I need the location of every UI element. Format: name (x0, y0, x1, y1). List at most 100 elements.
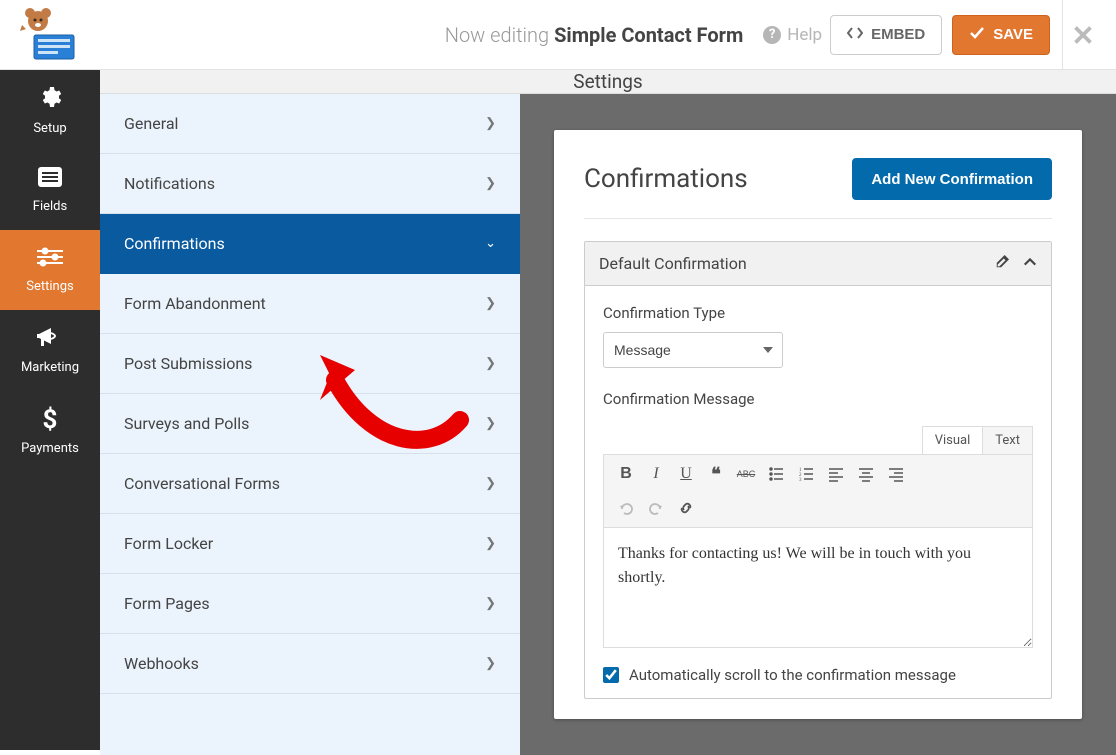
link-button[interactable] (672, 495, 700, 521)
editor-tab-visual[interactable]: Visual (922, 426, 984, 454)
card-header[interactable]: Default Confirmation (585, 242, 1051, 286)
undo-button[interactable] (612, 495, 640, 521)
rail-label: Settings (26, 279, 73, 294)
align-left-button[interactable] (822, 461, 850, 487)
quote-button[interactable]: ❝ (702, 461, 730, 487)
nav-rail: Setup Fields Settings (0, 70, 100, 750)
settings-item-form-pages[interactable]: Form Pages ❯ (100, 574, 520, 634)
confirmation-type-select[interactable]: Message (603, 332, 783, 368)
rail-item-fields[interactable]: Fields (0, 150, 100, 230)
sliders-icon (37, 247, 63, 273)
help-label: Help (787, 25, 822, 45)
settings-item-form-abandonment[interactable]: Form Abandonment ❯ (100, 274, 520, 334)
settings-item-label: Form Abandonment (124, 294, 266, 313)
settings-item-webhooks[interactable]: Webhooks ❯ (100, 634, 520, 694)
chevron-right-icon: ❯ (485, 536, 496, 551)
confirmations-panel: Confirmations Add New Confirmation Defau… (554, 130, 1082, 719)
rail-item-payments[interactable]: $ Payments (0, 390, 100, 470)
confirmation-card: Default Confirmation Co (584, 241, 1052, 699)
rail-item-setup[interactable]: Setup (0, 70, 100, 150)
rail-item-settings[interactable]: Settings (0, 230, 100, 310)
rail-item-marketing[interactable]: Marketing (0, 310, 100, 390)
now-editing-label: Now editing (445, 23, 549, 47)
main-area: Setup Fields Settings (0, 70, 1116, 750)
code-icon (847, 25, 863, 45)
rail-label: Fields (33, 199, 67, 214)
redo-button[interactable] (642, 495, 670, 521)
settings-item-label: Post Submissions (124, 354, 252, 373)
chevron-right-icon: ❯ (485, 416, 496, 431)
collapse-icon[interactable] (1023, 254, 1037, 273)
embed-button[interactable]: EMBED (830, 15, 942, 55)
rail-label: Payments (21, 441, 79, 456)
panel-title: Confirmations (584, 164, 748, 194)
settings-item-conversational-forms[interactable]: Conversational Forms ❯ (100, 454, 520, 514)
editing-title: Now editing Simple Contact Form ? Help (100, 23, 830, 47)
rail-label: Marketing (21, 360, 79, 375)
settings-list: General ❯ Notifications ❯ Confirmations … (100, 94, 520, 755)
dollar-icon: $ (43, 405, 58, 435)
add-confirmation-button[interactable]: Add New Confirmation (852, 158, 1052, 200)
chevron-down-icon: ⌄ (485, 236, 496, 251)
confirmation-type-label: Confirmation Type (603, 304, 1033, 322)
content-body: General ❯ Notifications ❯ Confirmations … (100, 94, 1116, 755)
chevron-right-icon: ❯ (485, 176, 496, 191)
card-body: Confirmation Type Message Confirmation M… (585, 286, 1051, 698)
auto-scroll-input[interactable] (603, 667, 619, 683)
gear-icon (38, 85, 62, 115)
app-logo (0, 0, 100, 70)
close-button[interactable] (1062, 0, 1102, 70)
settings-item-general[interactable]: General ❯ (100, 94, 520, 154)
settings-item-label: Form Locker (124, 534, 213, 553)
chevron-right-icon: ❯ (485, 296, 496, 311)
content: Settings General ❯ Notifications ❯ Confi… (100, 70, 1116, 750)
message-editor[interactable]: Thanks for contacting us! We will be in … (603, 528, 1033, 648)
editor-toolbar: B I U ❝ ABC 123 (603, 454, 1033, 528)
bullet-list-button[interactable] (762, 461, 790, 487)
italic-button[interactable]: I (642, 461, 670, 487)
settings-item-confirmations[interactable]: Confirmations ⌄ (100, 214, 520, 274)
list-icon (38, 167, 62, 193)
settings-item-surveys-polls[interactable]: Surveys and Polls ❯ (100, 394, 520, 454)
chevron-right-icon: ❯ (485, 596, 496, 611)
settings-item-post-submissions[interactable]: Post Submissions ❯ (100, 334, 520, 394)
settings-item-form-locker[interactable]: Form Locker ❯ (100, 514, 520, 574)
settings-item-label: Conversational Forms (124, 474, 280, 493)
check-icon (969, 25, 985, 45)
editor-tab-text[interactable]: Text (983, 426, 1033, 454)
card-title: Default Confirmation (599, 254, 747, 273)
chevron-right-icon: ❯ (485, 116, 496, 131)
settings-item-label: Form Pages (124, 594, 210, 613)
save-label: SAVE (993, 26, 1033, 43)
panel-wrap: Confirmations Add New Confirmation Defau… (520, 94, 1116, 755)
edit-icon[interactable] (995, 254, 1009, 273)
top-bar: Now editing Simple Contact Form ? Help E… (0, 0, 1116, 70)
settings-item-label: Notifications (124, 174, 215, 193)
chevron-right-icon: ❯ (485, 656, 496, 671)
confirmation-message-label: Confirmation Message (603, 390, 1033, 408)
align-right-button[interactable] (882, 461, 910, 487)
embed-label: EMBED (871, 26, 925, 43)
align-center-button[interactable] (852, 461, 880, 487)
content-title: Settings (100, 70, 1116, 94)
chevron-right-icon: ❯ (485, 356, 496, 371)
settings-item-label: Confirmations (124, 234, 225, 253)
help-link[interactable]: ? Help (763, 25, 822, 45)
editor-tabs: Visual Text (603, 426, 1033, 454)
auto-scroll-checkbox[interactable]: Automatically scroll to the confirmation… (603, 666, 1033, 684)
settings-item-label: General (124, 114, 178, 133)
bullhorn-icon (37, 326, 63, 354)
help-icon: ? (763, 26, 781, 44)
save-button[interactable]: SAVE (952, 15, 1050, 55)
numbered-list-button[interactable]: 123 (792, 461, 820, 487)
strikethrough-button[interactable]: ABC (732, 461, 760, 487)
form-name: Simple Contact Form (554, 23, 743, 47)
settings-item-label: Webhooks (124, 654, 199, 673)
panel-header: Confirmations Add New Confirmation (584, 158, 1052, 219)
settings-item-label: Surveys and Polls (124, 414, 249, 433)
underline-button[interactable]: U (672, 461, 700, 487)
settings-item-notifications[interactable]: Notifications ❯ (100, 154, 520, 214)
auto-scroll-label: Automatically scroll to the confirmation… (629, 666, 956, 684)
svg-text:3: 3 (799, 478, 802, 482)
bold-button[interactable]: B (612, 461, 640, 487)
